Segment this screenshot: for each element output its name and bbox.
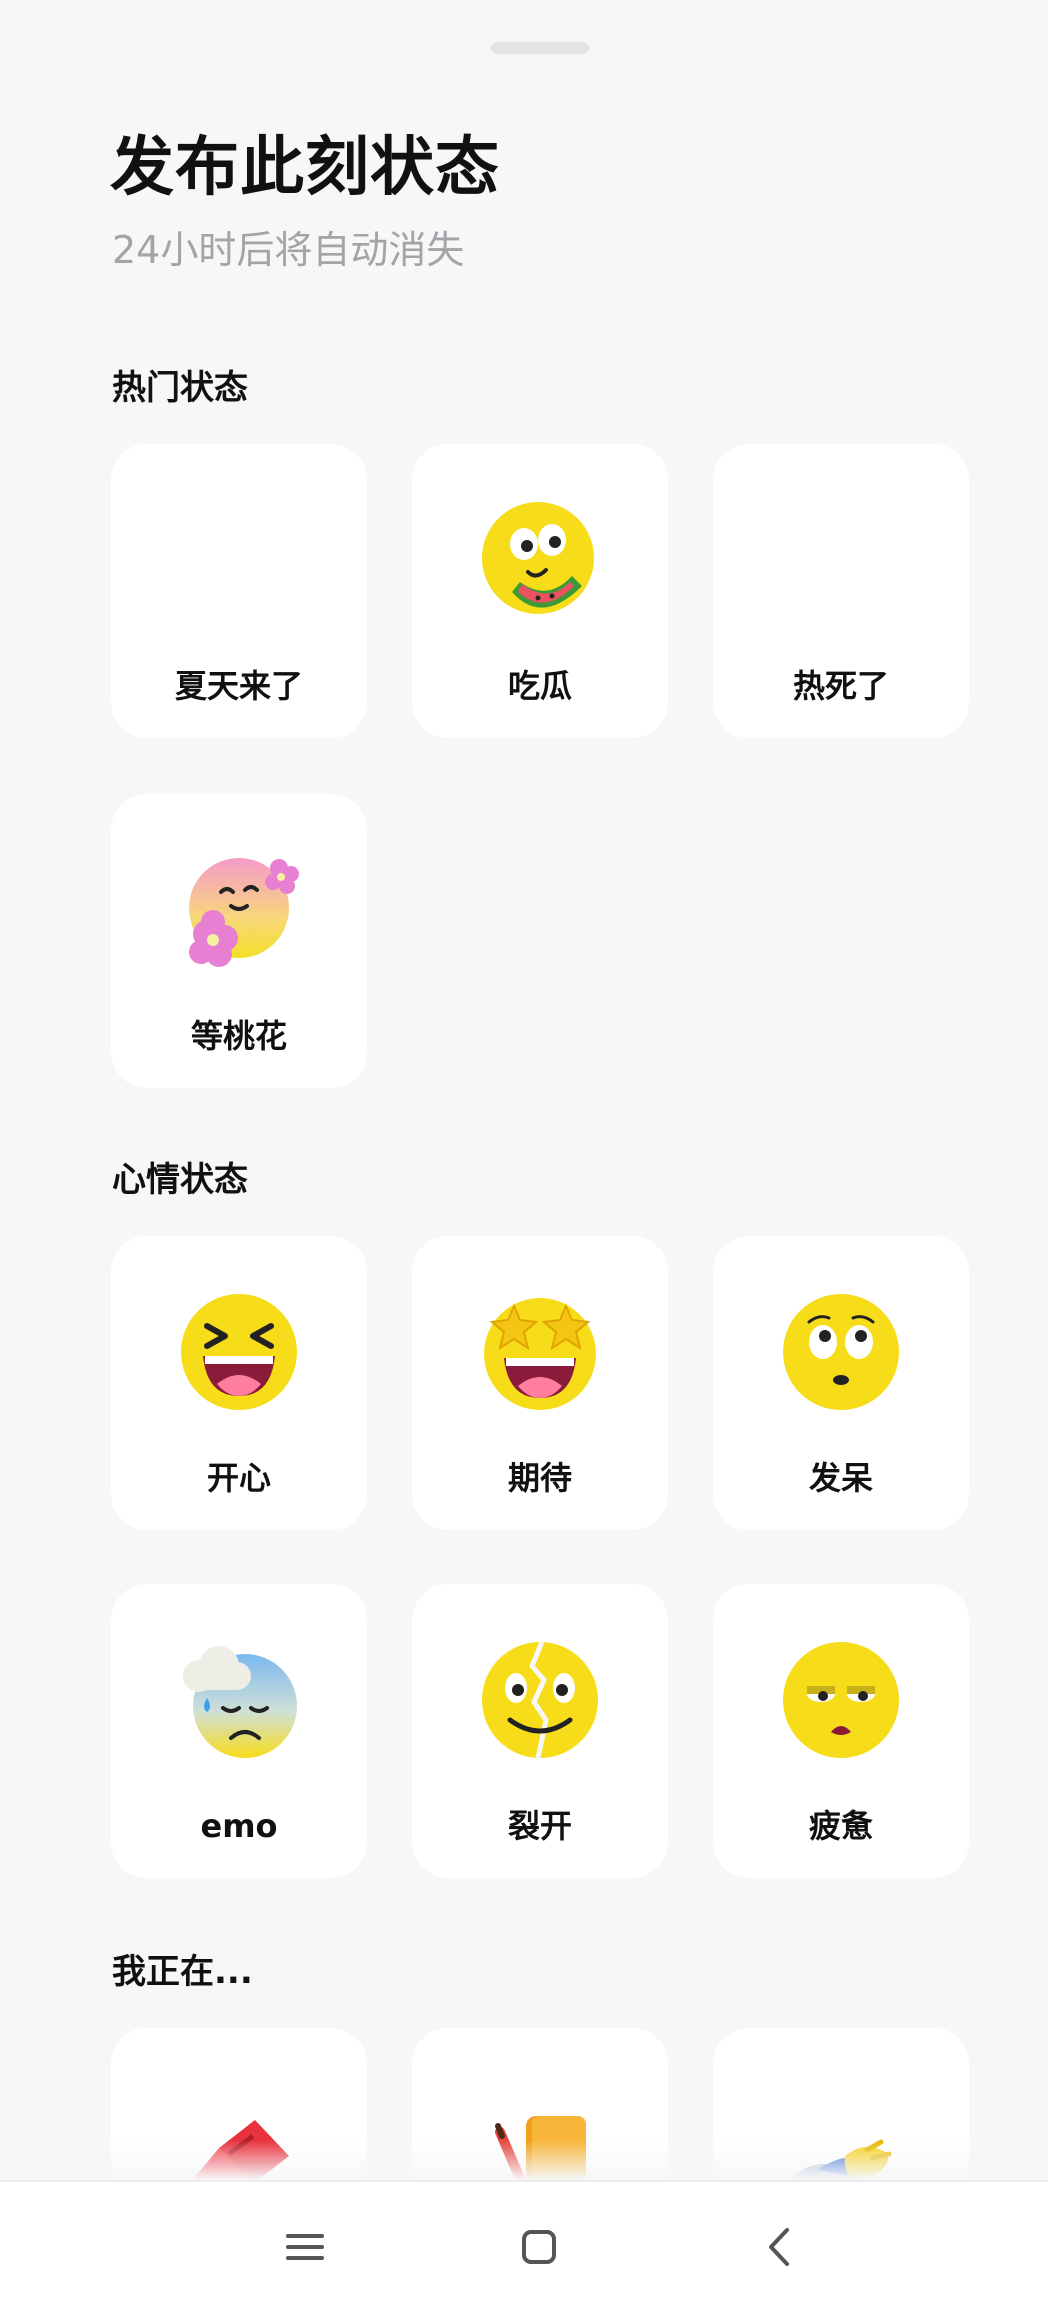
blank-stare-face-icon [783, 1294, 899, 1410]
page-subtitle: 24小时后将自动消失 [112, 228, 465, 272]
status-label: 裂开 [507, 1807, 572, 1845]
status-label: 夏天来了 [174, 667, 303, 705]
status-card-expect[interactable]: 期待 [412, 1236, 668, 1530]
status-card-summary[interactable]: 夏天来了 [111, 444, 367, 738]
status-label: 热死了 [792, 667, 889, 705]
status-card-peach-blossom[interactable]: 等桃花 [111, 794, 367, 1088]
cloud-sad-face-icon [183, 1646, 297, 1758]
peach-blossom-face-icon [189, 858, 299, 967]
star-eyes-face-icon [484, 1298, 596, 1410]
status-label: 发呆 [808, 1459, 873, 1497]
sheet-grabber[interactable] [491, 42, 589, 54]
laughing-face-icon [181, 1294, 297, 1410]
system-nav-bar [0, 2180, 1048, 2310]
cracked-face-icon [482, 1641, 598, 1759]
status-label: 吃瓜 [507, 667, 572, 705]
scroll-fade [0, 2140, 1048, 2180]
status-card-too-hot[interactable]: 热死了 [713, 444, 969, 738]
menu-icon[interactable] [270, 2212, 340, 2282]
status-label: 疲惫 [808, 1807, 873, 1845]
status-label: 等桃花 [190, 1017, 287, 1055]
status-label: emo [200, 1807, 278, 1845]
tired-face-icon [783, 1642, 899, 1758]
home-square-icon[interactable] [504, 2212, 574, 2282]
section-title-doing: 我正在... [112, 1952, 253, 1992]
status-card-emo[interactable]: emo [111, 1584, 367, 1878]
status-card-daze[interactable]: 发呆 [713, 1236, 969, 1530]
status-card-crack[interactable]: 裂开 [412, 1584, 668, 1878]
status-card-eat-melon[interactable]: 吃瓜 [412, 444, 668, 738]
watermelon-face-icon [482, 502, 594, 614]
section-title-hot: 热门状态 [112, 368, 248, 408]
status-card-tired[interactable]: 疲惫 [713, 1584, 969, 1878]
section-title-mood: 心情状态 [112, 1160, 248, 1200]
back-chevron-icon[interactable] [745, 2212, 815, 2282]
status-label: 开心 [206, 1459, 271, 1497]
status-card-happy[interactable]: 开心 [111, 1236, 367, 1530]
page-title: 发布此刻状态 [110, 131, 500, 205]
status-label: 期待 [507, 1459, 572, 1497]
status-sheet: 发布此刻状态 24小时后将自动消失 热门状态 夏天来了 吃瓜 热死了 等桃花 心… [0, 0, 1048, 2310]
